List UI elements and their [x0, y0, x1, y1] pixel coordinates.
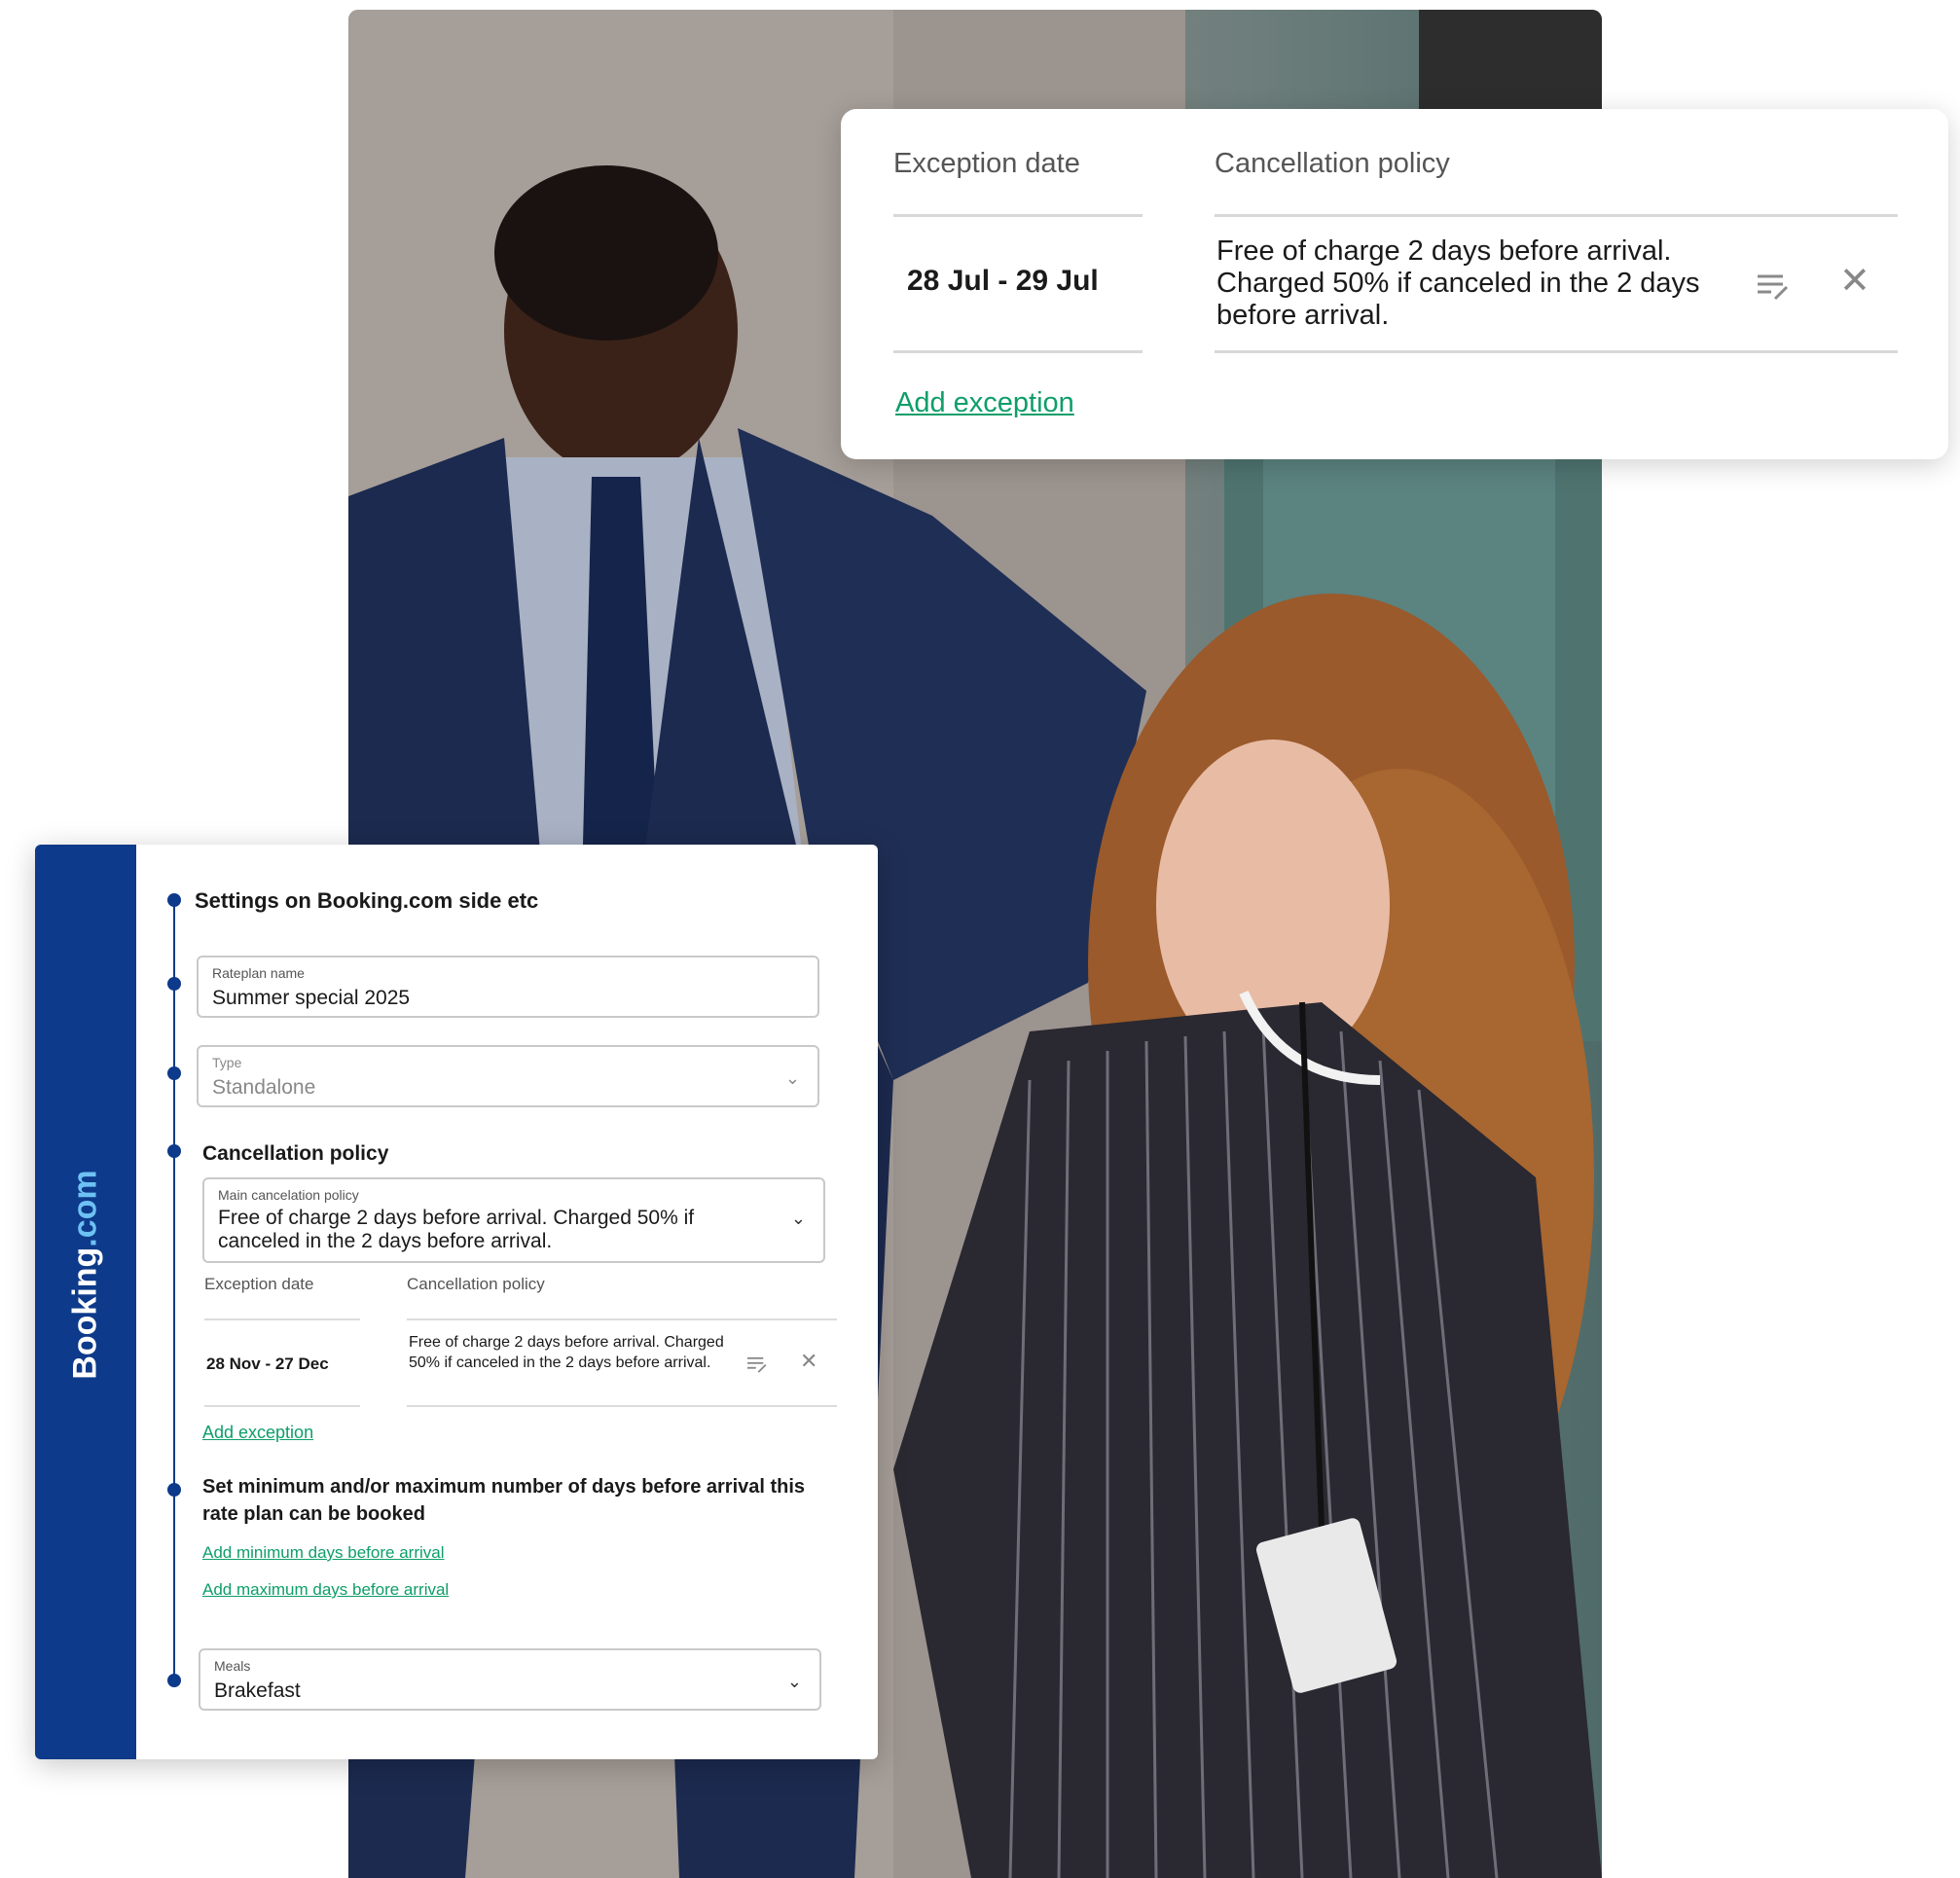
cancellation-policy-title: Cancellation policy [202, 1142, 389, 1165]
booking-logo: Booking.com [66, 1170, 104, 1380]
rateplan-name-value: Summer special 2025 [212, 987, 411, 1009]
type-value: Standalone [212, 1076, 316, 1099]
divider [204, 1318, 360, 1320]
timeline-dot [167, 1483, 181, 1497]
main-policy-value: Free of charge 2 days before arrival. Ch… [218, 1207, 695, 1252]
min-max-days-title: Set minimum and/or maximum number of day… [202, 1476, 806, 1525]
timeline-dot [167, 1066, 181, 1080]
add-maximum-days-link[interactable]: Add maximum days before arrival [202, 1580, 449, 1600]
divider [1215, 214, 1898, 217]
chevron-down-icon: ⌄ [790, 1209, 806, 1228]
close-icon[interactable]: ✕ [1839, 263, 1870, 300]
cancellation-policy-header: Cancellation policy [1215, 148, 1450, 179]
settings-title: Settings on Booking.com side etc [195, 888, 539, 913]
timeline-dot [167, 893, 181, 907]
exception-policy-text: Free of charge 2 days before arrival. Ch… [409, 1334, 724, 1371]
meals-select[interactable]: Meals Brakefast ⌄ [199, 1648, 821, 1711]
meals-value: Brakefast [214, 1679, 301, 1702]
settings-card: Booking.com Settings on Booking.com side… [35, 845, 878, 1759]
chevron-down-icon: ⌄ [786, 1672, 802, 1691]
type-select[interactable]: Type Standalone ⌄ [197, 1045, 819, 1107]
rateplan-name-label: Rateplan name [212, 965, 305, 981]
add-minimum-days-link[interactable]: Add minimum days before arrival [202, 1543, 444, 1563]
timeline-dot [167, 977, 181, 991]
type-label: Type [212, 1055, 242, 1070]
exception-date-header: Exception date [204, 1275, 314, 1293]
main-policy-label: Main cancelation policy [218, 1187, 359, 1203]
rateplan-name-input[interactable]: Rateplan name Summer special 2025 [197, 956, 819, 1018]
edit-list-icon[interactable] [1756, 271, 1791, 302]
exception-card: Exception date Cancellation policy 28 Ju… [841, 109, 1948, 459]
brand-sidebar: Booking.com [35, 845, 136, 1759]
main-cancelation-policy-select[interactable]: Main cancelation policy Free of charge 2… [202, 1177, 825, 1263]
divider [893, 350, 1143, 353]
exception-date-header: Exception date [893, 148, 1080, 179]
divider [407, 1318, 837, 1320]
divider [1215, 350, 1898, 353]
divider [407, 1405, 837, 1407]
close-icon[interactable]: ✕ [800, 1351, 817, 1372]
timeline [173, 901, 175, 1681]
timeline-dot [167, 1674, 181, 1687]
meals-label: Meals [214, 1658, 251, 1674]
exception-date-range: 28 Nov - 27 Dec [206, 1354, 329, 1373]
exception-policy-text: Free of charge 2 days before arrival. Ch… [1216, 235, 1700, 331]
divider [204, 1405, 360, 1407]
chevron-down-icon: ⌄ [784, 1068, 800, 1088]
cancellation-policy-header: Cancellation policy [407, 1275, 545, 1293]
edit-list-icon[interactable] [745, 1354, 769, 1374]
divider [893, 214, 1143, 217]
add-exception-link[interactable]: Add exception [895, 387, 1074, 419]
timeline-dot [167, 1144, 181, 1158]
add-exception-link[interactable]: Add exception [202, 1423, 313, 1443]
exception-date-range: 28 Jul - 29 Jul [907, 265, 1099, 297]
